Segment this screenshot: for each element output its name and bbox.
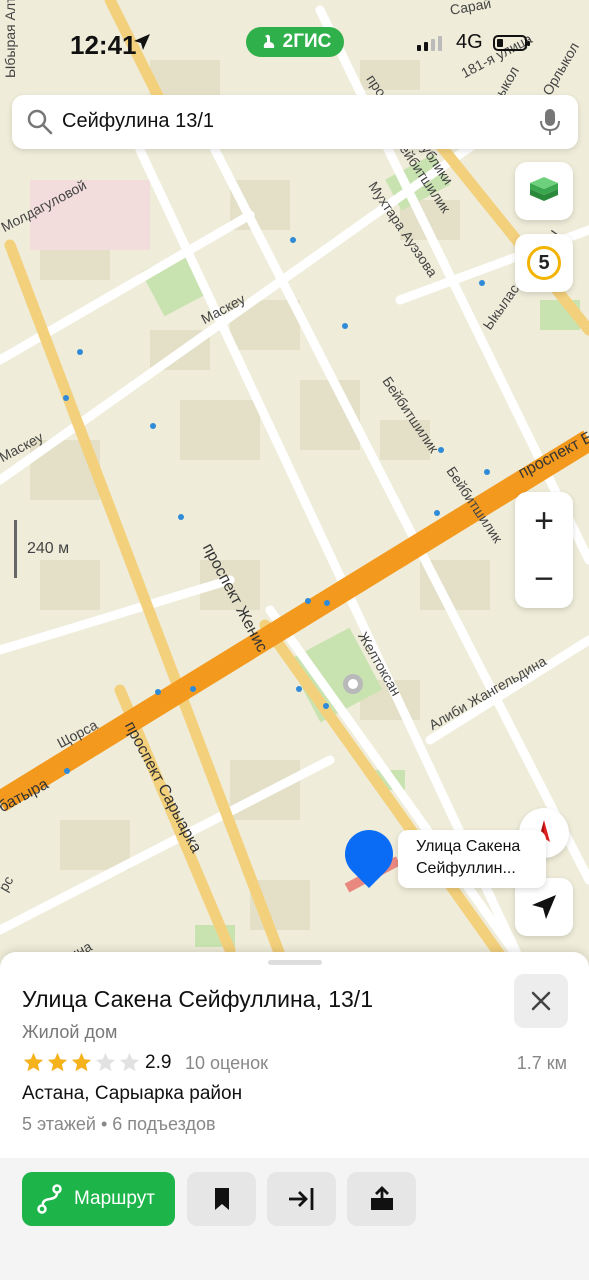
scale-label: 240 м [27,540,70,557]
action-bar: Маршрут [0,1158,589,1280]
layers-icon [530,177,558,201]
search-bar[interactable]: Сейфулина 13/1 [12,95,578,149]
route-label: Маршрут [74,1188,155,1209]
layers-button[interactable] [515,162,573,220]
route-button[interactable]: Маршрут [22,1172,175,1226]
goose-logo-icon [263,34,274,48]
microphone-icon[interactable] [538,107,562,137]
zoom-in-button[interactable]: + [515,492,573,550]
enter-arrow-icon [288,1188,313,1210]
traffic-button[interactable]: 5 [515,234,573,292]
place-address: Астана, Сарыарка район [22,1083,243,1104]
reviews-count[interactable]: 10 оценок [185,1053,268,1074]
status-bar: 12:41 2ГИС 4G [0,20,589,68]
distance: 1.7 км [516,1053,567,1073]
callout-line-2: Сейфуллин... [416,860,516,877]
bookmark-button[interactable] [187,1172,256,1226]
share-icon [370,1186,393,1210]
star-icon [47,1052,68,1072]
rating-stars [22,1051,141,1074]
zoom-out-button[interactable]: − [515,550,573,608]
pin-callout[interactable]: Улица Сакена Сейфуллин... [398,830,546,888]
close-button[interactable] [514,974,568,1028]
brand-name: 2ГИС [282,31,332,52]
traffic-score: 5 [527,246,561,280]
brand-badge: 2ГИС [246,27,344,57]
star-icon [119,1052,140,1072]
search-input[interactable]: Сейфулина 13/1 [62,110,214,133]
share-button[interactable] [347,1172,416,1226]
network-type: 4G [456,31,483,53]
sheet-drag-handle[interactable] [268,960,322,965]
place-card[interactable]: Улица Сакена Сейфуллина, 13/1 Жилой дом … [0,952,589,1280]
star-icon [71,1052,92,1072]
zoom-controls: + − [515,492,573,608]
signal-icon [417,36,442,51]
star-icon [23,1052,44,1072]
enter-button[interactable] [267,1172,336,1226]
route-icon [37,1184,62,1214]
place-title: Улица Сакена Сейфуллина, 13/1 [22,986,373,1012]
locate-arrow-icon [532,895,556,919]
star-icon [95,1052,116,1072]
bookmark-icon [214,1188,229,1210]
callout-line-1: Улица Сакена [416,838,521,855]
location-arrow-icon [134,34,150,50]
rating-value: 2.9 [145,1052,172,1073]
search-icon [27,109,53,135]
close-icon [531,991,551,1011]
status-time: 12:41 [70,30,137,60]
building-details: 5 этажей • 6 подъездов [22,1114,216,1134]
place-category: Жилой дом [22,1022,118,1042]
battery-icon [493,35,530,51]
